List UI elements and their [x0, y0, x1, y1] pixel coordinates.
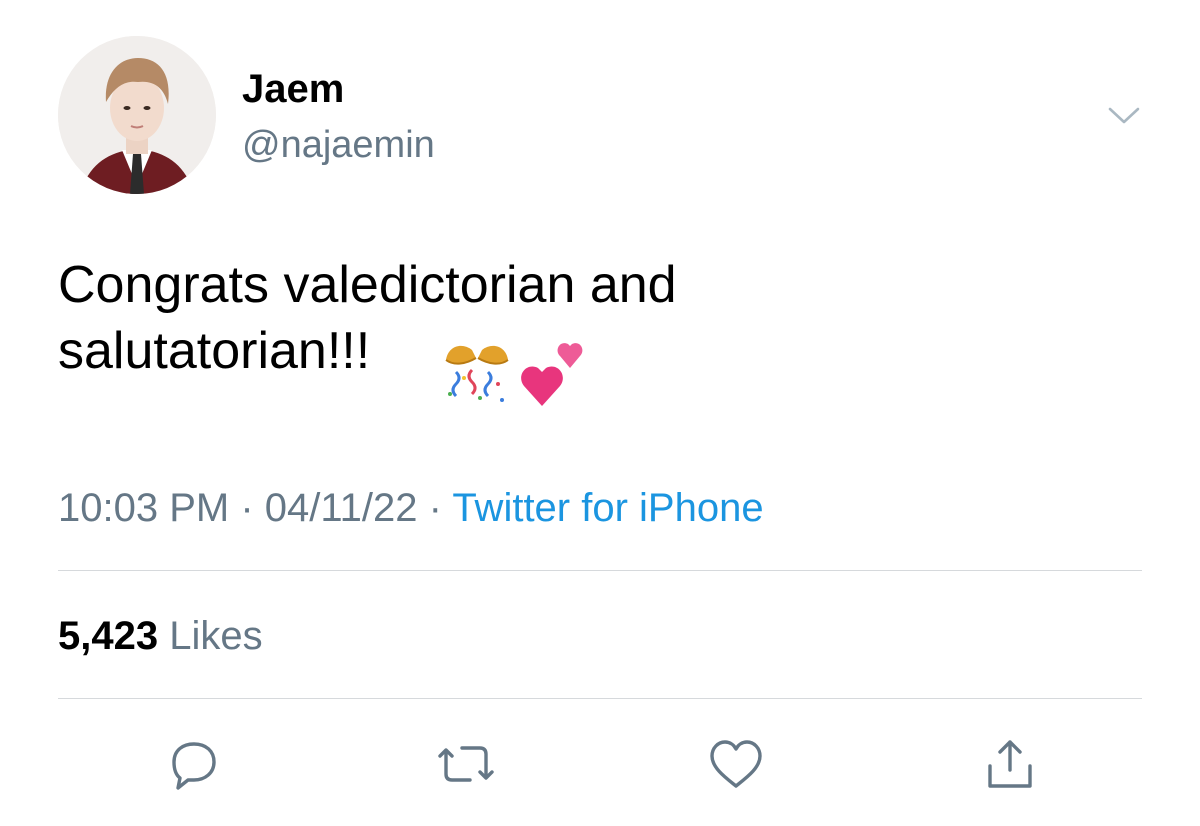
meta-separator: ·: [229, 486, 265, 530]
likes-count: 5,423: [58, 614, 159, 658]
chevron-down-icon[interactable]: [1106, 100, 1142, 130]
two-hearts-icon: [520, 338, 588, 408]
like-icon[interactable]: [706, 736, 766, 792]
likes-stat[interactable]: 5,423 Likes: [58, 612, 263, 660]
reply-icon[interactable]: [164, 736, 224, 792]
tweet-source-link[interactable]: Twitter for iPhone: [452, 486, 763, 530]
divider: [58, 698, 1142, 699]
meta-separator: ·: [417, 486, 453, 530]
author-handle[interactable]: @najaemin: [242, 122, 435, 168]
likes-label: Likes: [169, 614, 263, 658]
divider: [58, 570, 1142, 571]
share-icon[interactable]: [980, 736, 1040, 792]
tweet-date: 04/11/22: [264, 486, 418, 530]
tweet-meta: 10:03 PM · 04/11/22 · Twitter for iPhone: [58, 484, 764, 532]
tweet-time: 10:03 PM: [58, 486, 230, 530]
avatar[interactable]: [58, 36, 216, 194]
party-popper-icon: [440, 338, 514, 412]
author-display-name[interactable]: Jaem: [242, 66, 344, 112]
retweet-icon[interactable]: [436, 736, 496, 792]
tweet-text-line: Congrats valedictorian and: [58, 256, 677, 314]
